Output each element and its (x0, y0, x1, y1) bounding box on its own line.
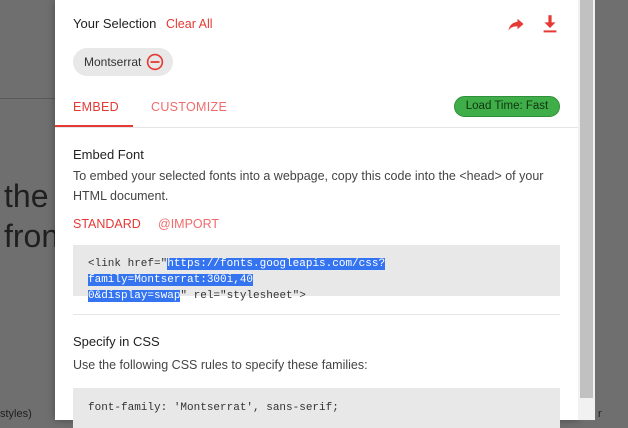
specify-css-title: Specify in CSS (73, 334, 160, 349)
background-heading-line1: the (4, 178, 49, 214)
css-code-line: font-family: 'Montserrat', sans-serif; (88, 402, 339, 414)
code-suffix: " rel="stylesheet"> (180, 290, 306, 302)
selection-title: Your Selection (73, 16, 157, 31)
css-code-block[interactable]: font-family: 'Montserrat', sans-serif; (73, 388, 560, 428)
clear-all-button[interactable]: Clear All (166, 17, 213, 31)
embed-font-title: Embed Font (73, 147, 144, 162)
sub-tab-standard[interactable]: STANDARD (73, 217, 141, 231)
font-chip-label: Montserrat (84, 55, 142, 69)
background-heading-line2: fron (4, 218, 56, 254)
font-chip-montserrat: Montserrat (73, 48, 173, 76)
section-divider (73, 314, 560, 315)
tab-customize[interactable]: CUSTOMIZE (151, 100, 227, 114)
specify-css-description: Use the following CSS rules to specify t… (73, 358, 368, 372)
background-bottom-text: styles) (0, 408, 32, 420)
code-url-selected-continued: 0&display=swap (88, 290, 181, 302)
selection-drawer: Your Selection Clear All Montserrat EMBE… (55, 0, 578, 428)
download-icon[interactable] (542, 14, 558, 34)
tab-embed[interactable]: EMBED (73, 100, 119, 114)
tab-divider (55, 127, 578, 128)
remove-circle-icon[interactable] (146, 53, 164, 71)
background-bottom-text-right: r (598, 408, 602, 420)
background-heading: the fron (4, 176, 56, 256)
load-time-badge: Load Time: Fast (454, 96, 560, 117)
share-icon[interactable] (507, 15, 525, 33)
scrollbar-thumb[interactable] (580, 0, 593, 398)
code-prefix: <link href=" (88, 258, 168, 270)
sub-tab-import[interactable]: @IMPORT (158, 217, 219, 231)
background-divider (0, 98, 56, 99)
embed-font-description: To embed your selected fonts into a webp… (73, 169, 544, 203)
embed-code-block[interactable]: <link href="https://fonts.googleapis.com… (73, 245, 560, 302)
